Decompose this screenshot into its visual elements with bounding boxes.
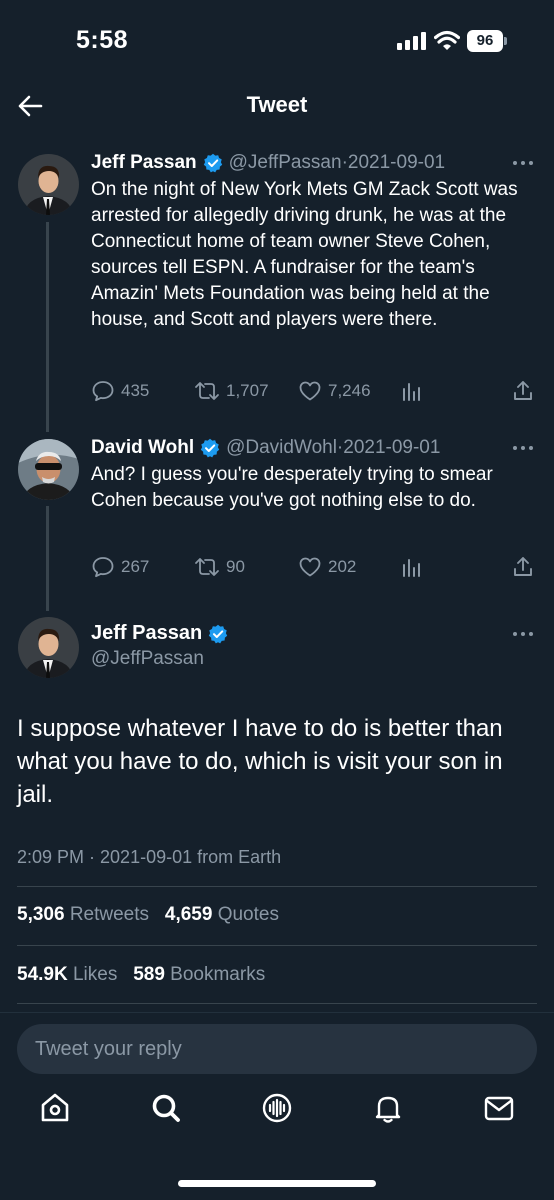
more-options-icon[interactable] <box>512 445 534 451</box>
likes-bookmarks-stats: 54.9K Likes 589 Bookmarks <box>17 964 265 986</box>
status-time: 5:58 <box>76 26 129 54</box>
like-count: 7,246 <box>328 381 371 400</box>
verified-badge-icon <box>208 624 228 643</box>
reply-icon <box>92 381 114 402</box>
bookmarks-stat[interactable]: 589 Bookmarks <box>133 964 265 985</box>
more-options-icon[interactable] <box>512 631 534 637</box>
battery-level: 96 <box>467 30 503 52</box>
tweet-actions: 435 1,707 7,246 <box>91 378 536 404</box>
avatar[interactable] <box>18 439 79 500</box>
reply-input[interactable] <box>17 1024 537 1074</box>
reply-button[interactable]: 267 <box>91 554 149 580</box>
wifi-icon <box>434 30 460 50</box>
retweet-icon <box>195 382 219 400</box>
home-icon <box>41 1093 69 1122</box>
messages-icon <box>484 1096 514 1121</box>
retweet-button[interactable]: 90 <box>194 554 245 580</box>
share-icon <box>514 557 532 576</box>
avatar[interactable] <box>18 154 79 215</box>
verified-badge-icon <box>200 438 220 458</box>
thread-tweet[interactable]: Jeff Passan @JeffPassan · 2021-09-01 On … <box>0 150 554 410</box>
tweet-actions: 267 90 202 <box>91 554 536 580</box>
share-button[interactable] <box>511 554 541 580</box>
home-indicator[interactable] <box>178 1180 376 1187</box>
analytics-icon <box>403 559 420 577</box>
spaces-icon <box>262 1093 292 1123</box>
retweet-icon <box>195 558 219 576</box>
heart-icon <box>299 381 321 401</box>
author-handle: @JeffPassan <box>228 152 342 173</box>
tweet-date: 2021-09-01 <box>347 152 446 173</box>
status-bar: 5:58 96 <box>0 0 554 84</box>
page-title: Tweet <box>246 92 308 117</box>
share-button[interactable] <box>511 378 541 404</box>
tweet-text: On the night of New York Mets GM Zack Sc… <box>91 179 518 330</box>
likes-stat[interactable]: 54.9K Likes <box>17 964 117 985</box>
views-button[interactable] <box>401 378 429 404</box>
like-count: 202 <box>328 557 357 576</box>
avatar[interactable] <box>18 617 79 678</box>
heart-icon <box>299 557 321 577</box>
tweet-text: I suppose whatever I have to do is bette… <box>17 715 503 808</box>
tab-home[interactable] <box>35 1088 75 1128</box>
tweet-header: David Wohl @DavidWohl · 2021-09-01 <box>91 437 441 459</box>
author-name[interactable]: Jeff Passan <box>91 152 197 174</box>
battery-icon: 96 <box>467 30 507 52</box>
reply-count: 435 <box>121 381 150 400</box>
like-button[interactable]: 7,246 <box>298 378 371 404</box>
analytics-icon <box>403 383 420 401</box>
tweet-text: And? I guess you're desperately trying t… <box>91 464 493 511</box>
tab-spaces[interactable] <box>257 1088 297 1128</box>
tweet-date: 2021-09-01 <box>343 437 441 458</box>
author-handle[interactable]: @JeffPassan <box>91 648 204 670</box>
retweets-stat[interactable]: 5,306 Retweets <box>17 904 149 925</box>
author-handle: @DavidWohl <box>226 437 337 458</box>
tab-search[interactable] <box>146 1088 186 1128</box>
cellular-signal-icon <box>397 32 427 50</box>
quotes-stat[interactable]: 4,659 Quotes <box>165 904 279 925</box>
divider <box>17 886 537 887</box>
retweet-button[interactable]: 1,707 <box>194 378 269 404</box>
header: Tweet <box>0 84 554 130</box>
tweet-header: Jeff Passan @JeffPassan · 2021-09-01 <box>91 152 446 174</box>
search-icon <box>152 1094 180 1122</box>
reply-icon <box>92 557 114 578</box>
like-button[interactable]: 202 <box>298 554 356 580</box>
more-options-icon[interactable] <box>512 160 534 166</box>
retweet-quote-stats: 5,306 Retweets 4,659 Quotes <box>17 904 279 926</box>
author-name[interactable]: Jeff Passan <box>91 622 202 645</box>
notifications-icon <box>375 1096 401 1123</box>
author-name[interactable]: David Wohl <box>91 437 194 459</box>
share-icon <box>514 381 532 400</box>
verified-badge-icon <box>203 153 222 173</box>
divider <box>17 945 537 946</box>
author-name-row: Jeff Passan <box>91 622 234 645</box>
tab-notifications[interactable] <box>368 1088 408 1128</box>
retweet-count: 1,707 <box>226 381 269 400</box>
reply-button[interactable]: 435 <box>91 378 149 404</box>
retweet-count: 90 <box>226 557 245 576</box>
divider <box>17 1003 537 1004</box>
views-button[interactable] <box>401 554 429 580</box>
tweet-timestamp: 2:09 PM · 2021-09-01 from Earth <box>17 847 282 867</box>
tab-messages[interactable] <box>479 1088 519 1128</box>
thread-tweet[interactable]: David Wohl @DavidWohl · 2021-09-01 And? … <box>0 435 554 585</box>
reply-count: 267 <box>121 557 150 576</box>
